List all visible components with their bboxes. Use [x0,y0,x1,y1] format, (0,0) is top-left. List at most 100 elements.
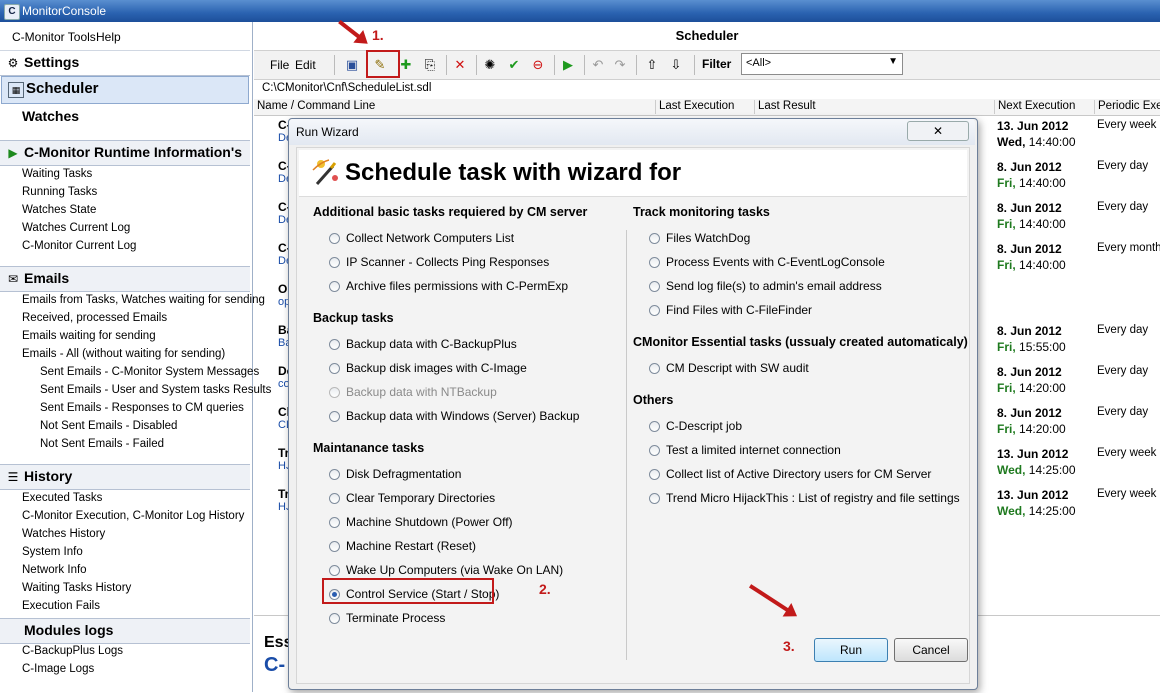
wizard-option-radio[interactable]: Disk Defragmentation [329,467,461,481]
nav-emails-item-0[interactable]: Emails from Tasks, Watches waiting for s… [22,294,265,306]
redo-icon[interactable]: ↷ [610,55,630,75]
chevron-down-icon: ▼ [888,56,898,67]
move-up-icon[interactable]: ⇧ [642,55,662,75]
run-icon[interactable]: ▶ [558,55,578,75]
wizard-option-radio[interactable]: Machine Restart (Reset) [329,539,476,553]
wizard-option-radio[interactable]: Archive files permissions with C-PermExp [329,279,568,293]
wizard-option-radio[interactable]: Test a limited internet connection [649,443,841,457]
nav-watches[interactable]: Watches [22,108,79,124]
nav-history-item-0[interactable]: Executed Tasks [22,492,102,504]
schedule-column-header: Name / Command Line Last Execution Last … [254,99,1160,116]
nav-runtime-item-2[interactable]: Watches State [22,204,96,216]
nav-emails-item-3[interactable]: Emails - All (without waiting for sendin… [22,348,225,360]
radio-circle-icon [329,469,340,480]
nav-modules-header[interactable]: Modules logs [0,618,250,644]
row-next-date: 8. Jun 2012 [997,160,1062,174]
nav-runtime-item-0[interactable]: Waiting Tasks [22,168,92,180]
schedule-file-path: C:\CMonitor\Cnf\ScheduleList.sdl [262,82,432,94]
row-next-day: Fri, [997,258,1016,272]
nav-settings[interactable]: ⚙ Settings [0,50,250,76]
undo-icon[interactable]: ↶ [588,55,608,75]
row-periodic: Every week in [1097,119,1160,131]
nav-emails-header[interactable]: ✉ Emails [0,266,250,292]
wizard-option-radio[interactable]: Collect list of Active Directory users f… [649,467,931,481]
col-periodic[interactable]: Periodic Exec [1094,100,1160,114]
menu-edit[interactable]: Edit [295,58,316,72]
nav-modules-item-0[interactable]: C-BackupPlus Logs [22,645,123,657]
wizard-option-radio[interactable]: Backup data with Windows (Server) Backup [329,409,579,423]
wizard-option-label: Collect Network Computers List [346,231,515,245]
wizard-option-radio[interactable]: Trend Micro HijackThis : List of registr… [649,491,960,505]
cancel-button[interactable]: Cancel [894,638,968,662]
nav-runtime-header[interactable]: ▶ C-Monitor Runtime Information's [0,140,250,166]
nav-history-item-5[interactable]: Waiting Tasks History [22,582,131,594]
row-next-date: 8. Jun 2012 [997,201,1062,215]
nav-history-header[interactable]: ☰ History [0,464,250,490]
dialog-title-bar: Run Wizard ✕ [289,119,975,145]
col-next-execution[interactable]: Next Execution [994,100,1075,114]
wizard-option-radio[interactable]: Find Files with C-FileFinder [649,303,812,317]
nav-emails-item-2[interactable]: Emails waiting for sending [22,330,156,342]
wizard-option-radio[interactable]: Machine Shutdown (Power Off) [329,515,513,529]
wizard-option-radio[interactable]: Send log file(s) to admin's email addres… [649,279,882,293]
run-button[interactable]: Run [814,638,888,662]
wizard-option-radio[interactable]: Clear Temporary Directories [329,491,495,505]
col-last-execution[interactable]: Last Execution [655,100,734,114]
row-next-date: 8. Jun 2012 [997,324,1062,338]
radio-circle-icon [329,613,340,624]
nav-history-item-3[interactable]: System Info [22,546,83,558]
radio-circle-icon [329,281,340,292]
row-next-day: Fri, [997,381,1016,395]
nav-emails-sub-2[interactable]: Sent Emails - Responses to CM queries [40,402,244,414]
nav-runtime-item-1[interactable]: Running Tasks [22,186,97,198]
nav-emails-sub-0[interactable]: Sent Emails - C-Monitor System Messages [40,366,259,378]
wizard-option-radio[interactable]: Wake Up Computers (via Wake On LAN) [329,563,563,577]
wizard-option-radio[interactable]: C-Descript job [649,419,742,433]
close-button[interactable]: ✕ [907,121,969,141]
nav-emails-sub-1[interactable]: Sent Emails - User and System tasks Resu… [40,384,271,396]
wizard-option-radio[interactable]: Files WatchDog [649,231,750,245]
wizard-option-radio[interactable]: Backup data with C-BackupPlus [329,337,517,351]
nav-history-item-2[interactable]: Watches History [22,528,105,540]
wizard-option-radio[interactable]: CM Descript with SW audit [649,361,809,375]
nav-history-item-1[interactable]: C-Monitor Execution, C-Monitor Log Histo… [22,510,244,522]
wizard-option-radio[interactable]: IP Scanner - Collects Ping Responses [329,255,549,269]
wizard-option-label: Machine Restart (Reset) [346,539,477,553]
wizard-option-radio[interactable]: Backup disk images with C-Image [329,361,527,375]
row-periodic: Every month [1097,242,1160,254]
menu-cmonitor-tools[interactable]: C-Monitor Tools [12,30,96,44]
nav-runtime-item-3[interactable]: Watches Current Log [22,222,130,234]
move-down-icon[interactable]: ⇩ [666,55,686,75]
annotation-step-2: 2. [539,581,551,597]
copy-icon[interactable]: ⎘ [420,55,440,75]
wizard-option-radio[interactable]: Collect Network Computers List [329,231,514,245]
filter-select[interactable]: <All> ▼ [741,53,903,75]
delete-icon[interactable]: ✕ [450,55,470,75]
col-last-result[interactable]: Last Result [754,100,816,114]
nav-history-item-6[interactable]: Execution Fails [22,600,100,612]
wizard-option-radio[interactable]: Terminate Process [329,611,445,625]
menu-file[interactable]: File [270,58,289,72]
nav-emails-sub-4[interactable]: Not Sent Emails - Failed [40,438,164,450]
wizard-option-label: IP Scanner - Collects Ping Responses [346,255,550,269]
wizard-option-radio[interactable]: Process Events with C-EventLogConsole [649,255,885,269]
nav-scheduler[interactable]: ▦ Scheduler [1,76,249,104]
row-next-clock: 14:25:00 [1028,504,1076,518]
disable-icon[interactable]: ⊖ [528,55,548,75]
col-name[interactable]: Name / Command Line [254,100,375,114]
settings-icon[interactable]: ✺ [480,55,500,75]
history-icon: ☰ [7,470,19,484]
nav-runtime-item-4[interactable]: C-Monitor Current Log [22,240,136,252]
save-icon[interactable]: ▣ [342,55,362,75]
row-next-time: Fri, 14:20:00 [997,381,1066,395]
wizard-option-label: Disk Defragmentation [346,467,462,481]
radio-circle-icon [329,233,340,244]
row-next-clock: 14:40:00 [1019,176,1066,190]
enable-icon[interactable]: ✔ [504,55,524,75]
nav-modules-item-1[interactable]: C-Image Logs [22,663,94,675]
annotation-box-2 [322,578,494,604]
nav-emails-sub-3[interactable]: Not Sent Emails - Disabled [40,420,177,432]
nav-emails-item-1[interactable]: Received, processed Emails [22,312,167,324]
menu-help[interactable]: Help [96,30,121,44]
nav-history-item-4[interactable]: Network Info [22,564,87,576]
